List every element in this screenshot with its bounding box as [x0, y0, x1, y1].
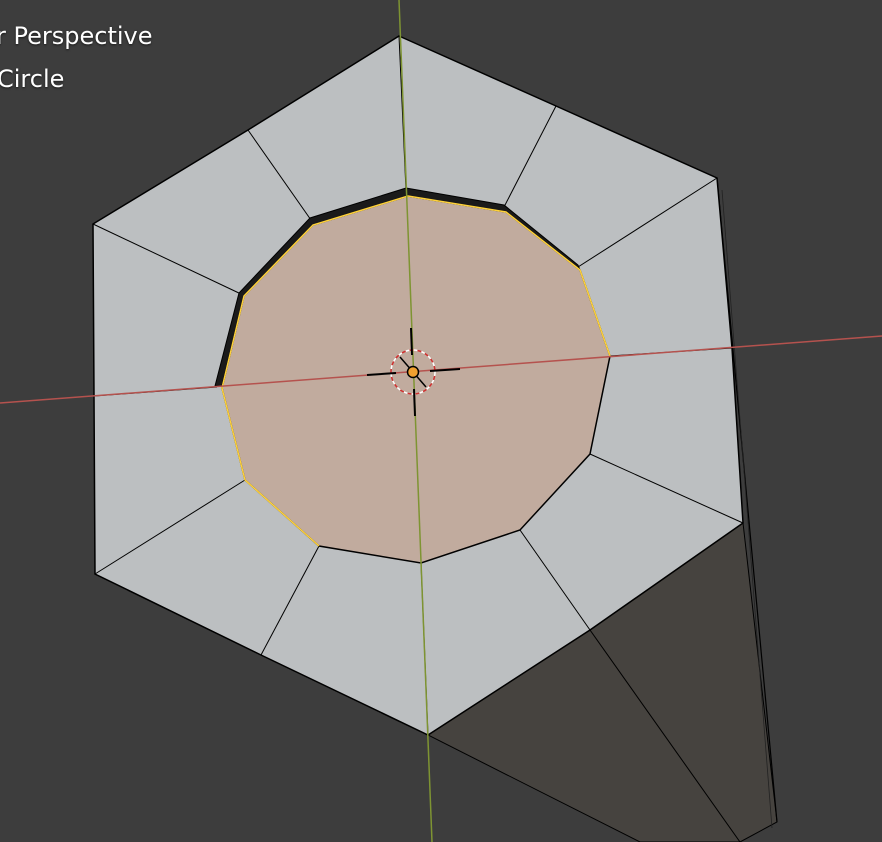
view-label: r Perspective [0, 22, 153, 50]
viewport-scene[interactable] [0, 0, 882, 842]
object-label: Circle [0, 65, 65, 93]
3d-viewport[interactable]: r Perspective Circle [0, 0, 882, 842]
object-origin-icon[interactable] [406, 365, 420, 379]
